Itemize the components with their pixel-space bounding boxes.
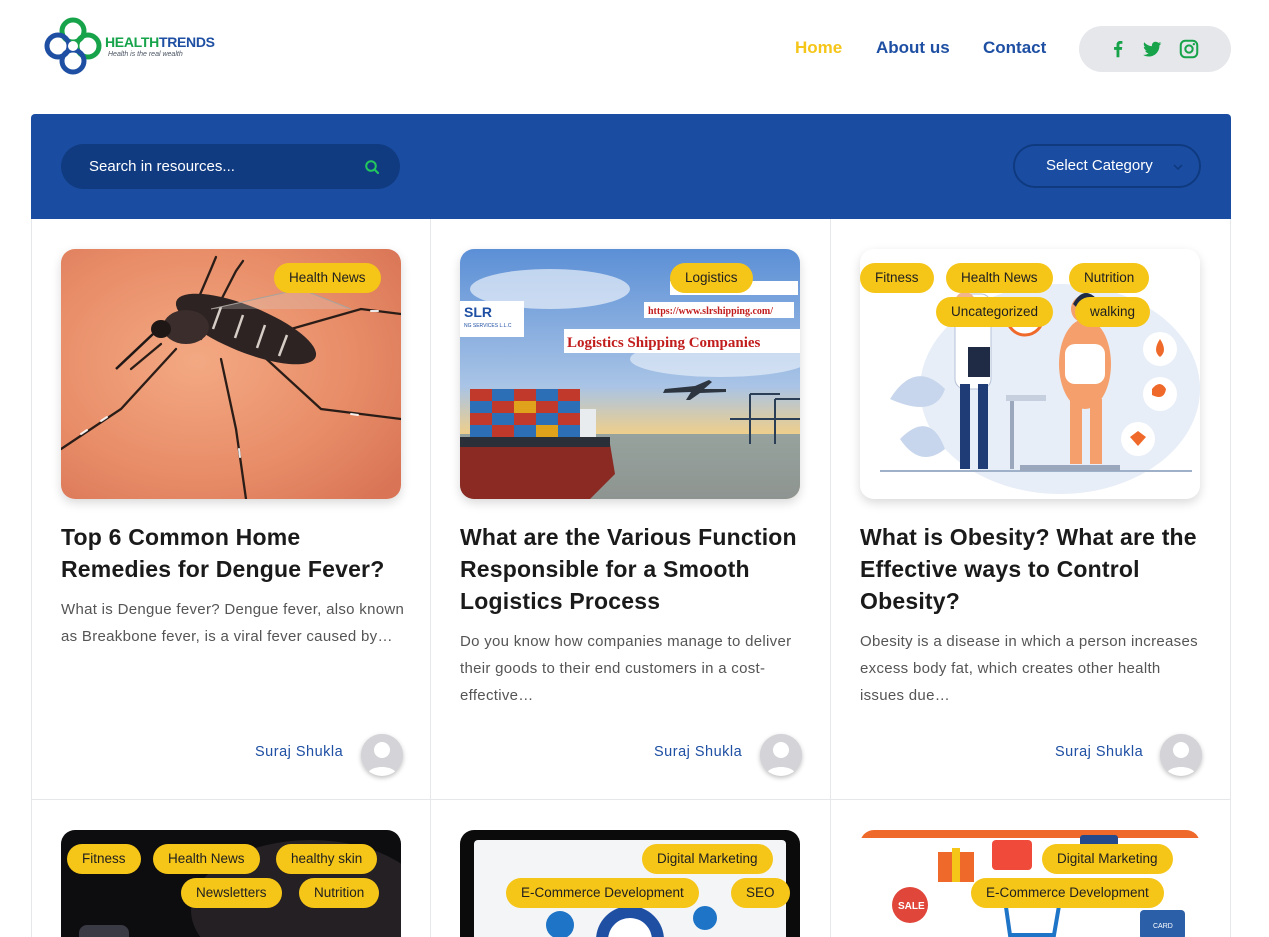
post-excerpt: Do you know how companies manage to deli… — [460, 633, 792, 704]
grid-divider — [32, 799, 1231, 800]
tag-pill[interactable]: SEO — [731, 878, 790, 908]
post-card: SLR NG SERVICES L.L.C +97 https://www.sl… — [431, 219, 831, 799]
category-select[interactable]: Select Category — [1013, 144, 1201, 188]
tag-pill[interactable]: Uncategorized — [936, 297, 1054, 327]
search-band: Select Category — [31, 114, 1231, 219]
post-grid: Health News Top 6 Common Home Remedies f… — [31, 219, 1231, 937]
tag-pill[interactable]: healthy skin — [276, 844, 378, 874]
svg-text:Logistics Shipping Companies: Logistics Shipping Companies — [567, 335, 761, 351]
post-excerpt: What is Dengue fever? Dengue fever, also… — [61, 601, 405, 645]
tag-pill[interactable]: Fitness — [860, 263, 934, 293]
post-author[interactable]: Suraj Shukla — [1055, 744, 1143, 760]
user-icon — [361, 734, 403, 776]
tag-pill[interactable]: Health News — [153, 844, 260, 874]
category-select-label: Select Category — [1046, 157, 1153, 174]
tag-pill[interactable]: walking — [1075, 297, 1151, 327]
post-author[interactable]: Suraj Shukla — [255, 744, 343, 760]
logo-title: HEALTHTRENDS — [105, 34, 215, 50]
facebook-icon[interactable] — [1107, 38, 1129, 60]
svg-text:SLR: SLR — [464, 304, 492, 320]
tag-pill[interactable]: Nutrition — [1069, 263, 1150, 293]
tag-pill[interactable]: Health News — [946, 263, 1053, 293]
nav-about-us[interactable]: About us — [876, 38, 950, 58]
svg-text:NG SERVICES L.L.C: NG SERVICES L.L.C — [464, 323, 512, 329]
twitter-icon[interactable] — [1141, 38, 1163, 60]
site-header: HEALTHTRENDS Health is the real wealth H… — [0, 0, 1269, 114]
post-card: Fitness Health News Nutrition Uncategori… — [831, 219, 1231, 799]
instagram-icon[interactable] — [1178, 38, 1200, 60]
svg-text:SALE: SALE — [898, 901, 925, 912]
post-title[interactable]: What are the Various Function Responsibl… — [460, 521, 805, 617]
svg-text:https://www.slrshipping.com/: https://www.slrshipping.com/ — [648, 306, 773, 317]
logo-tagline: Health is the real wealth — [108, 51, 183, 58]
post-author[interactable]: Suraj Shukla — [654, 744, 742, 760]
author-avatar[interactable] — [1160, 734, 1202, 776]
site-logo[interactable]: HEALTHTRENDS Health is the real wealth — [42, 15, 217, 77]
tag-pill[interactable]: Fitness — [67, 844, 141, 874]
tag-pill[interactable]: Nutrition — [299, 878, 380, 908]
tag-pill[interactable]: E-Commerce Development — [506, 878, 699, 908]
post-excerpt: Obesity is a disease in which a person i… — [860, 633, 1198, 704]
user-icon — [1160, 734, 1202, 776]
tag-pill[interactable]: Digital Marketing — [642, 844, 773, 874]
user-icon — [760, 734, 802, 776]
chevron-down-icon — [1173, 164, 1183, 171]
tag-pill[interactable]: Logistics — [670, 263, 753, 293]
post-card: Health News Top 6 Common Home Remedies f… — [32, 219, 432, 799]
post-title[interactable]: Top 6 Common Home Remedies for Dengue Fe… — [61, 521, 406, 585]
tag-pill[interactable]: E-Commerce Development — [971, 878, 1164, 908]
logo-mark-icon — [44, 17, 102, 75]
tag-pill[interactable]: Newsletters — [181, 878, 282, 908]
tag-pill[interactable]: Health News — [274, 263, 381, 293]
svg-text:CARD: CARD — [1153, 923, 1173, 930]
social-links — [1079, 26, 1231, 72]
search-input[interactable] — [89, 152, 349, 181]
nav-contact[interactable]: Contact — [983, 38, 1046, 58]
tag-pill[interactable]: Digital Marketing — [1042, 844, 1173, 874]
author-avatar[interactable] — [760, 734, 802, 776]
nav-home[interactable]: Home — [795, 38, 842, 58]
search-icon[interactable] — [364, 159, 380, 175]
post-title[interactable]: What is Obesity? What are the Effective … — [860, 521, 1205, 617]
search-box — [61, 144, 400, 189]
author-avatar[interactable] — [361, 734, 403, 776]
